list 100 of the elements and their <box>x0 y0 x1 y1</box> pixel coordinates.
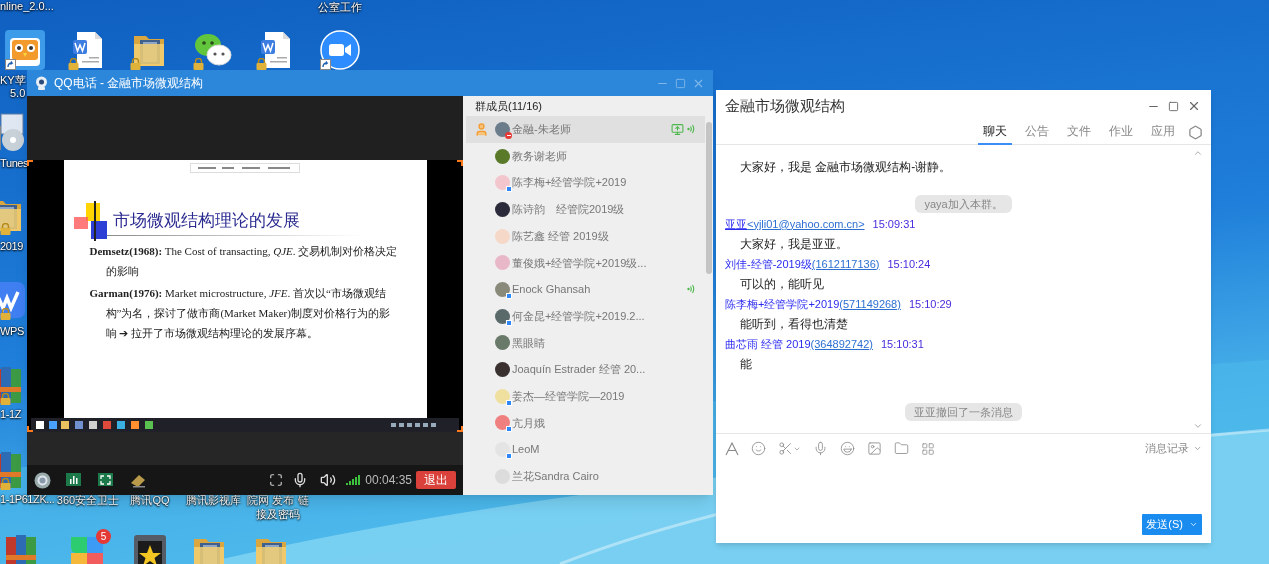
caret-icon <box>1189 520 1198 529</box>
face-icon[interactable] <box>840 441 855 456</box>
system-notice: 亚亚撤回了一条消息 <box>905 403 1022 421</box>
fullscreen-icon[interactable] <box>269 473 284 487</box>
settings-icon[interactable] <box>1188 124 1203 140</box>
icon-label: 接及密码 <box>256 507 300 521</box>
bar-chart-icon[interactable] <box>66 472 81 488</box>
members-header: 群成员(11/16) <box>474 99 544 114</box>
slide-paragraph: Demsetz(1968): The Cost of transacting, QJE. 交易机制对价格决定的影响 <box>89 244 399 279</box>
window-title: QQ电话 - 金融市场微观结构 <box>54 75 204 92</box>
user-id-link[interactable]: (571149268) <box>839 295 901 313</box>
icon-label: 360安全卫士 <box>56 493 120 507</box>
screen-share-icon[interactable] <box>98 472 113 488</box>
send-button[interactable]: 发送(S) <box>1142 514 1202 535</box>
member-name: 亢月娥 <box>512 415 545 431</box>
tab[interactable]: 文件 <box>1062 119 1096 145</box>
scissors-icon[interactable] <box>778 441 801 456</box>
icon-label: 1-1P61ZK... <box>0 493 55 506</box>
sender-name: 刘佳-经管-2019级 <box>725 256 812 272</box>
icon-label: 院网 发布 链 <box>247 493 309 507</box>
member-row[interactable]: 金融-朱老师 <box>466 116 705 143</box>
message-time: 15:10:29 <box>908 296 952 312</box>
icon-label: WPS <box>0 325 24 338</box>
member-row[interactable]: 陈艺鑫 经管 2019级 <box>466 222 705 250</box>
member-row[interactable]: Enock Ghansah <box>466 276 705 303</box>
member-name: Enock Ghansah <box>512 282 591 298</box>
member-name: 何金昆+经管学院+2019.2... <box>512 308 645 324</box>
history-button[interactable]: 消息记录 <box>1145 440 1202 457</box>
icon-label: nline_2.0... <box>0 0 54 13</box>
member-row[interactable]: 兰花Sandra Cairo <box>466 462 705 490</box>
message-input[interactable]: 发送(S) <box>716 463 1211 543</box>
icon-label: Tunes <box>0 157 29 170</box>
tab[interactable]: 聊天 <box>978 119 1012 145</box>
user-id-link[interactable]: (364892742) <box>810 335 873 353</box>
member-name: 陈李梅+经管学院+2019 <box>512 175 627 191</box>
signal-icon <box>346 475 362 485</box>
maximize-icon[interactable] <box>1168 100 1179 112</box>
app-icon[interactable] <box>0 280 27 320</box>
member-row[interactable]: 陈李梅+经管学院+2019 <box>466 169 705 197</box>
member-name: 金融-朱老师 <box>512 122 571 138</box>
tab[interactable]: 应用 <box>1146 119 1180 145</box>
font-icon[interactable] <box>725 441 739 456</box>
member-row[interactable]: 姜杰—经管学院—2019 <box>466 382 705 410</box>
member-name: 姜杰—经管学院—2019 <box>512 388 625 404</box>
video-camera-icon[interactable] <box>320 30 360 70</box>
member-name: 陈诗韵 经管院2019级 <box>512 202 625 218</box>
sender-name: 曲芯雨 经管 2019 <box>725 336 811 352</box>
member-row[interactable]: 黑眼睛 <box>466 329 705 357</box>
icon-label: 2019 <box>0 240 23 253</box>
folder-icon[interactable] <box>894 441 909 456</box>
message-time: 15:10:24 <box>887 256 931 272</box>
camera-icon[interactable] <box>34 471 51 489</box>
member-name: 陈艺鑫 经管 2019级 <box>512 228 609 244</box>
member-name: 黑眼睛 <box>512 335 545 351</box>
member-name: 兰花Sandra Cairo <box>512 469 599 485</box>
caret-icon <box>1193 444 1202 453</box>
emoji-icon[interactable] <box>751 441 766 456</box>
member-name: Joaquín Estrader 经管 20... <box>512 362 646 378</box>
camera-icon <box>35 76 48 90</box>
message-time: 15:10:31 <box>881 336 924 352</box>
user-id-link[interactable]: <yjli01@yahoo.com.cn> <box>747 215 865 233</box>
call-timer: 00:04:35 <box>365 472 412 489</box>
slide-title: 市场微观结构理论的发展 <box>112 209 300 233</box>
member-name: 董俊娥+经管学院+2019级... <box>512 255 647 271</box>
system-notice: yaya加入本群。 <box>915 195 1012 213</box>
member-row[interactable]: 董俊娥+经管学院+2019级... <box>466 249 705 277</box>
disc-icon[interactable] <box>0 112 27 152</box>
eraser-icon[interactable] <box>130 472 146 488</box>
member-row[interactable]: 陈诗韵 经管院2019级 <box>466 196 705 223</box>
scrollbar-thumb[interactable] <box>706 122 712 274</box>
user-id-link[interactable]: (1612117136) <box>811 255 880 273</box>
sender-name[interactable]: 亚亚 <box>725 215 747 233</box>
icon-label: 腾讯影视库 <box>185 493 241 507</box>
slide-paragraph: Garman(1976): Market microstructure, JFE. 首次以“市场微观结构”为名，探讨了做市商(Market Maker)制度对价格行为的影响 ➔ 拉开了市场微观结构理论的发展序幕。 <box>89 286 391 341</box>
member-name: LeoM <box>512 442 540 458</box>
message-text: 能 <box>739 356 753 373</box>
image-icon[interactable] <box>867 441 882 456</box>
member-row[interactable]: 教务谢老师 <box>466 142 705 170</box>
owl-icon[interactable] <box>5 30 45 70</box>
member-row[interactable]: 何金昆+经管学院+2019.2... <box>466 302 705 330</box>
tab[interactable]: 公告 <box>1020 119 1054 145</box>
member-row[interactable]: Joaquín Estrader 经管 20... <box>466 356 705 383</box>
slide-decoration-drawing <box>73 201 110 241</box>
speaker-icon[interactable] <box>320 472 337 488</box>
icon-label: KY苹 <box>0 74 26 87</box>
icon-label: 腾讯QQ <box>130 493 170 507</box>
message-time: 15:09:31 <box>872 216 916 232</box>
member-name: 教务谢老师 <box>512 148 567 164</box>
apps-icon[interactable] <box>921 441 935 456</box>
sender-name: 陈李梅+经管学院+2019 <box>725 296 840 312</box>
message-text: 大家好，我是 金融市场微观结构-谢静。 <box>739 159 953 176</box>
icon-label: 5.0 <box>10 87 26 100</box>
exit-button[interactable]: 退出 <box>416 471 456 489</box>
member-row[interactable]: 亢月娥 <box>466 409 705 437</box>
window-title: 金融市场微观结构 <box>725 95 845 116</box>
message-text: 大家好，我是亚亚。 <box>739 236 849 253</box>
close-icon[interactable] <box>1187 99 1201 113</box>
member-row[interactable]: LeoM <box>466 436 705 463</box>
message-text: 可以的，能听见 <box>739 276 825 293</box>
tab[interactable]: 作业 <box>1104 119 1138 145</box>
